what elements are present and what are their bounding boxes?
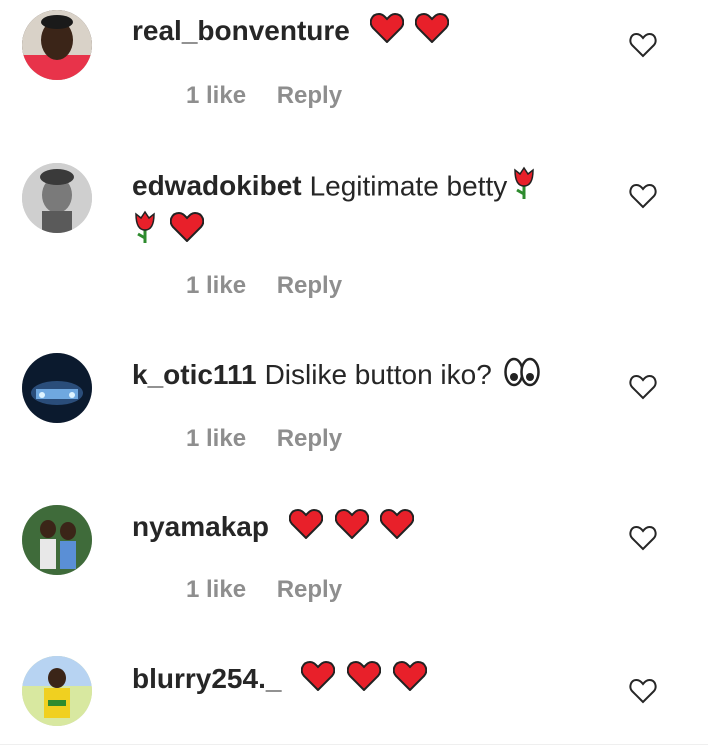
red-heart-icon [369, 12, 404, 53]
reply-button[interactable]: Reply [277, 576, 342, 603]
like-count[interactable]: 1 like [186, 425, 246, 452]
like-heart-icon[interactable] [629, 525, 657, 551]
like-heart-icon[interactable] [629, 183, 657, 209]
avatar[interactable] [22, 163, 92, 233]
comment-text: Legitimate betty [309, 170, 508, 202]
comment-username[interactable]: k_otic111 [132, 359, 257, 390]
avatar[interactable] [22, 10, 92, 80]
red-heart-icon [346, 660, 382, 701]
comment-username[interactable]: blurry254._ [132, 663, 281, 694]
red-heart-icon [380, 508, 415, 549]
reply-button[interactable]: Reply [277, 425, 342, 452]
comment-username[interactable]: edwadokibet [132, 170, 302, 201]
comment-text: Dislike button iko? [264, 359, 492, 390]
avatar[interactable] [22, 656, 92, 726]
red-heart-icon [301, 660, 336, 701]
avatar[interactable] [22, 353, 92, 423]
avatar[interactable] [22, 505, 92, 575]
divider [0, 744, 708, 745]
comment-username[interactable]: real_bonventure [132, 15, 350, 46]
red-heart-icon [415, 12, 450, 53]
like-heart-icon[interactable] [629, 32, 657, 58]
reply-button[interactable]: Reply [277, 272, 342, 299]
reply-button[interactable]: Reply [277, 82, 342, 109]
eyes-icon [503, 357, 540, 397]
rose-icon [132, 210, 158, 254]
red-heart-icon [169, 211, 204, 252]
like-count[interactable]: 1 like [186, 272, 246, 299]
red-heart-icon [334, 508, 369, 549]
red-heart-icon [288, 508, 323, 549]
like-count[interactable]: 1 like [186, 82, 246, 109]
like-count[interactable]: 1 like [186, 576, 246, 603]
red-heart-icon [392, 660, 427, 701]
like-heart-icon[interactable] [629, 374, 657, 400]
like-heart-icon[interactable] [629, 678, 657, 704]
comment-username[interactable]: nyamakap [132, 511, 269, 542]
rose-icon [511, 166, 537, 210]
